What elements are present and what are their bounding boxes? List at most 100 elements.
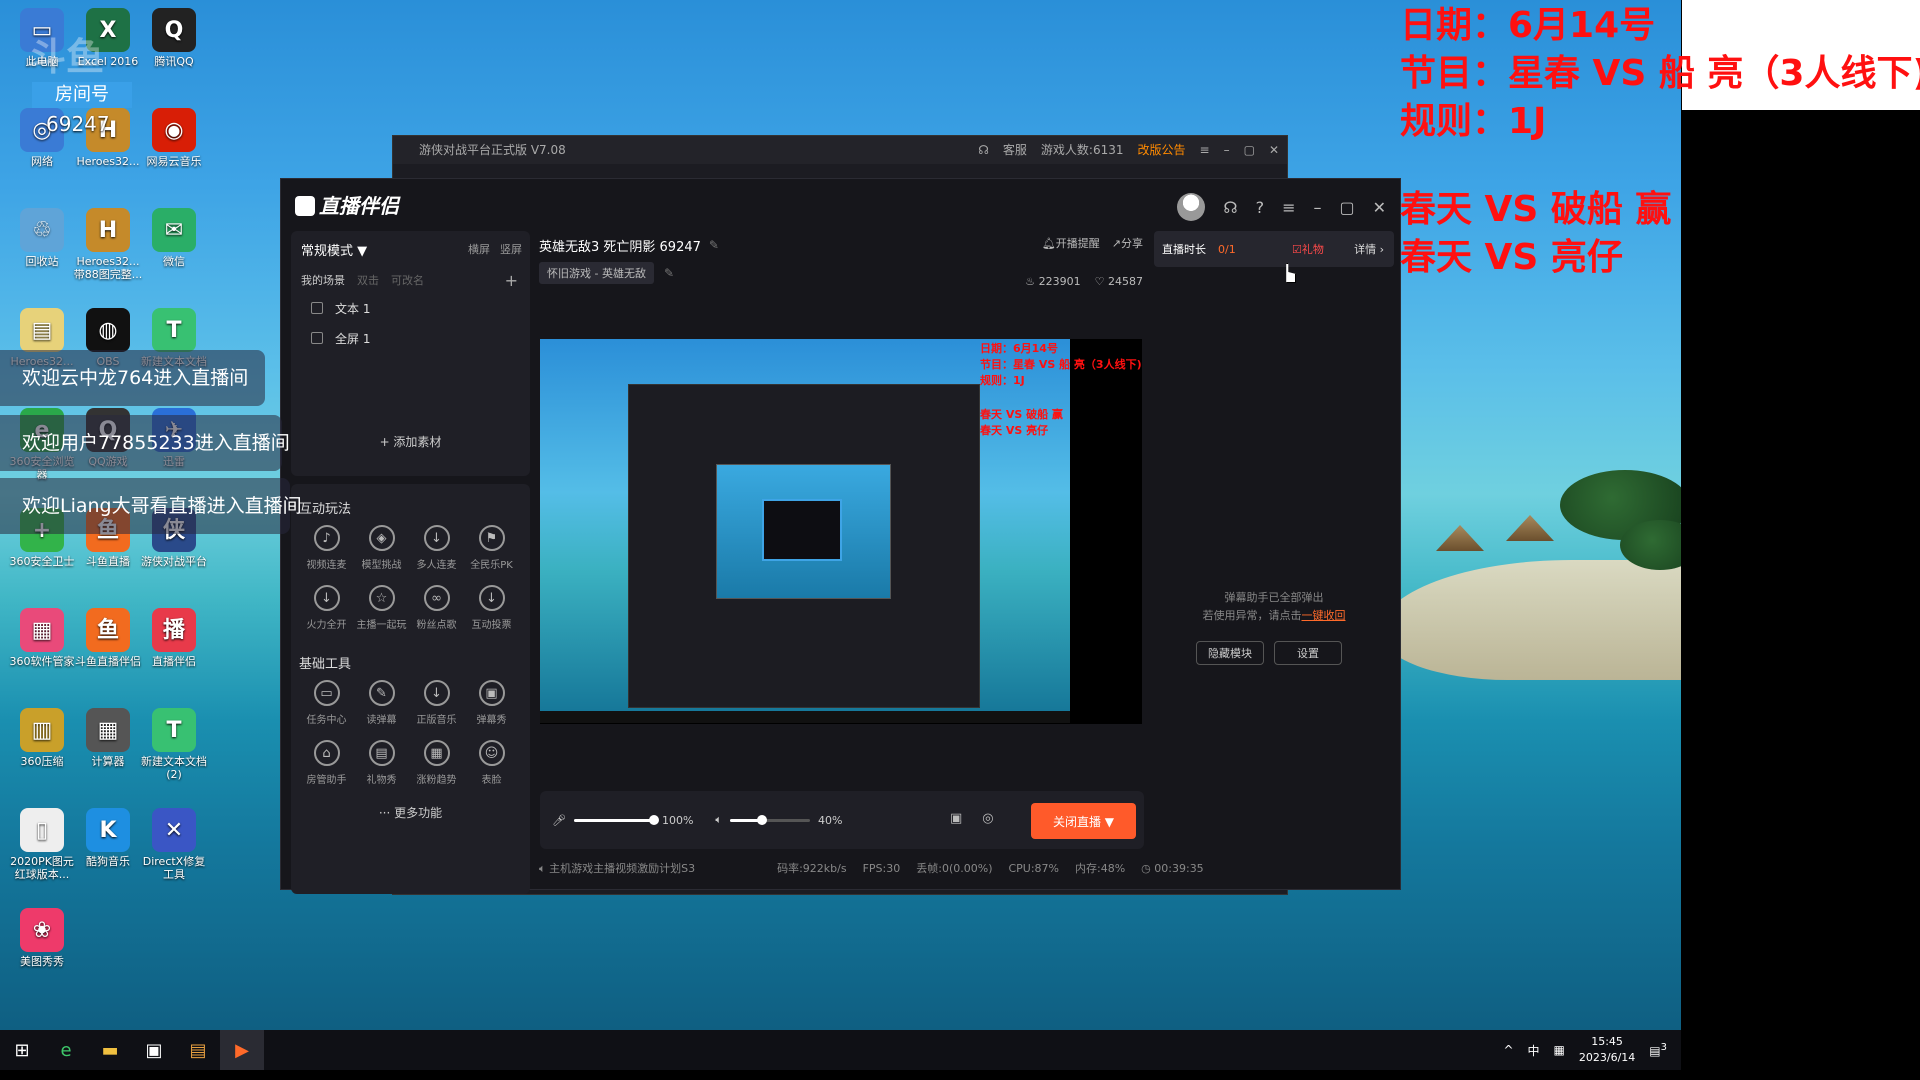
app-icon: ▦ — [86, 708, 130, 752]
portrait-toggle[interactable]: 竖屏 — [500, 241, 522, 257]
app-titlebar[interactable]: 直播伴侣 ☊ ? ≡ – ▢ ✕ — [281, 179, 1400, 227]
menu-icon[interactable]: ≡ — [1282, 198, 1295, 217]
tool-button[interactable]: ↓ 正版音乐 — [409, 680, 464, 726]
ime-indicator[interactable]: 中 — [1528, 1042, 1540, 1059]
promo-link[interactable]: 🔈︎ 主机游戏主播视频激励计划S3 — [539, 860, 695, 876]
tab-my-scenes[interactable]: 我的场景 — [301, 272, 345, 288]
speaker-icon[interactable]: 🔈︎ — [715, 813, 722, 827]
minimize-icon[interactable]: – — [1224, 136, 1230, 164]
notification-icon[interactable]: ▤3 — [1649, 1042, 1667, 1058]
settings-icon[interactable]: ◎ — [982, 811, 993, 826]
tool-button[interactable]: ↓ 多人连麦 — [409, 525, 464, 571]
tool-button[interactable]: ▤ 礼物秀 — [354, 740, 409, 786]
desktop-icon[interactable]: H Heroes32... 带88图完整... — [72, 208, 144, 281]
tool-button[interactable]: ♪ 视频连麦 — [299, 525, 354, 571]
speaker-volume-slider[interactable] — [730, 814, 811, 825]
maximize-icon[interactable]: ▢ — [1339, 198, 1354, 217]
desktop-icon[interactable]: ▦ 360软件管家 — [6, 608, 78, 668]
edit-title-icon[interactable]: ✎ — [709, 238, 719, 252]
app-icon: ▥ — [20, 708, 64, 752]
share-button[interactable]: ↗分享 — [1112, 235, 1143, 251]
category-chip[interactable]: 怀旧游戏 - 英雄无敌 — [539, 262, 654, 284]
desktop-icon[interactable]: ◉ 网易云音乐 — [138, 108, 210, 168]
help-icon[interactable]: ? — [1256, 198, 1265, 217]
game-taskbar-icon[interactable]: ▤ — [176, 1030, 220, 1070]
minimize-icon[interactable]: – — [1313, 198, 1321, 217]
gift-tab[interactable]: ☑礼物 — [1292, 241, 1324, 257]
tool-button[interactable]: ⚑ 全民乐PK — [464, 525, 519, 571]
settings-button[interactable]: 设置 — [1274, 641, 1342, 665]
stream-preview[interactable]: 日期：6月14号 节目：星春 VS 船 亮（3人线下) 规则：1J 春天 VS … — [540, 339, 1142, 724]
chevron-up-icon[interactable]: ^ — [1503, 1043, 1513, 1057]
hide-module-button[interactable]: 隐藏模块 — [1196, 641, 1264, 665]
tool-button[interactable]: ▦ 涨粉趋势 — [409, 740, 464, 786]
detail-link[interactable]: 详情 › — [1354, 241, 1384, 257]
tool-button[interactable]: ▭ 任务中心 — [299, 680, 354, 726]
tool-button[interactable]: ⌂ 房管助手 — [299, 740, 354, 786]
record-icon[interactable]: ▣ — [950, 811, 962, 826]
desktop-icon[interactable]: 鱼斗鱼直播伴侣 — [72, 608, 144, 668]
start-button[interactable]: ⊞ — [0, 1030, 44, 1070]
inbox-icon: ▭ — [313, 680, 340, 706]
desktop-icon[interactable]: ▥ 360压缩 — [6, 708, 78, 768]
game-platform-taskbar-icon[interactable]: ▣ — [132, 1030, 176, 1070]
download-icon: ↓ — [478, 585, 505, 611]
more-features-button[interactable]: ··· 更多功能 — [291, 786, 530, 829]
file-explorer-icon[interactable]: ▬ — [88, 1030, 132, 1070]
tool-button[interactable]: ☆ 主播一起玩 — [354, 585, 409, 631]
desktop-icon[interactable]: ❀ 美图秀秀 — [6, 908, 78, 968]
game-platform-titlebar[interactable]: 游侠对战平台正式版 V7.08 ☊ 客服 游戏人数:6131 改版公告 ≡ – … — [393, 136, 1287, 164]
desktop-icon[interactable]: Q 腾讯QQ — [138, 8, 210, 68]
update-notice-link[interactable]: 改版公告 — [1138, 136, 1186, 164]
tool-button[interactable]: ↓ 火力全开 — [299, 585, 354, 631]
close-icon[interactable]: ✕ — [1269, 136, 1279, 164]
desktop-icon-label: 直播伴侣 — [152, 655, 196, 668]
stream-area: 英雄无敌3 死亡阴影 69247 ✎ 🔔︎开播提醒 ↗分享 怀旧游戏 - 英雄无… — [539, 231, 1143, 724]
desktop-icon-label: 斗鱼直播 — [86, 555, 130, 568]
desktop-icon[interactable]: ▯ 2020PK图元 红球版本... — [6, 808, 78, 881]
desktop-icon[interactable]: T 新建文本文档 (2) — [138, 708, 210, 781]
tool-button[interactable]: ↓ 互动投票 — [464, 585, 519, 631]
desktop-icon[interactable]: K 酷狗音乐 — [72, 808, 144, 868]
desktop-icon[interactable]: ♲ 回收站 — [6, 208, 78, 268]
microphone-icon[interactable]: 🎤︎ — [552, 814, 566, 827]
desktop-icon[interactable]: 播直播伴侣 — [138, 608, 210, 668]
desktop-icon-label: DirectX修复工具 — [142, 855, 206, 881]
fullscreen-icon — [311, 332, 323, 344]
tool-button[interactable]: ☺ 表脸 — [464, 740, 519, 786]
add-source-button[interactable]: + 添加素材 — [291, 433, 530, 456]
keyboard-icon[interactable]: ▦ — [1554, 1043, 1565, 1057]
tool-button[interactable]: ∞ 粉丝点歌 — [409, 585, 464, 631]
recall-link[interactable]: 一键收回 — [1302, 609, 1346, 622]
streaming-app-taskbar-icon[interactable]: ▶ — [220, 1030, 264, 1070]
browser-taskbar-icon[interactable]: e — [44, 1030, 88, 1070]
start-remind-button[interactable]: 🔔︎开播提醒 — [1042, 235, 1100, 251]
close-icon[interactable]: ✕ — [1373, 198, 1386, 217]
download-icon: ↓ — [423, 525, 450, 551]
mode-dropdown[interactable]: 常规模式 ▼ — [301, 240, 367, 259]
desktop-icon[interactable]: ✕ DirectX修复工具 — [138, 808, 210, 881]
menu-icon[interactable]: ≡ — [1200, 136, 1210, 164]
tool-button[interactable]: ✎ 读弹幕 — [354, 680, 409, 726]
maximize-icon[interactable]: ▢ — [1244, 136, 1255, 164]
landscape-toggle[interactable]: 横屏 — [468, 241, 490, 257]
headset-icon[interactable]: ☊ — [1223, 198, 1237, 217]
tool-button[interactable]: ◈ 模型挑战 — [354, 525, 409, 571]
clock[interactable]: 15:45 2023/6/14 — [1579, 1034, 1635, 1066]
duration-label: 直播时长 — [1162, 243, 1206, 256]
preview-overlay-text: 日期：6月14号 节目：星春 VS 船 亮（3人线下) 规则：1J — [980, 342, 1142, 387]
mic-volume-slider[interactable] — [573, 814, 659, 825]
logo-icon — [295, 196, 315, 216]
scene-item[interactable]: 文本 1 — [291, 293, 530, 323]
desktop-icon-label: 斗鱼直播伴侣 — [75, 655, 141, 668]
scene-item[interactable]: 全屏 1 — [291, 323, 530, 353]
headset-icon[interactable]: ☊ — [978, 136, 989, 164]
user-avatar[interactable] — [1177, 193, 1206, 221]
desktop-icon[interactable]: ▦ 计算器 — [72, 708, 144, 768]
edit-category-icon[interactable]: ✎ — [664, 266, 674, 280]
add-scene-icon[interactable]: + — [505, 271, 518, 290]
end-stream-button[interactable]: 关闭直播 ▼ — [1031, 803, 1136, 839]
tool-button[interactable]: ▣ 弹幕秀 — [464, 680, 519, 726]
desktop-icon[interactable]: ✉ 微信 — [138, 208, 210, 268]
service-link[interactable]: 客服 — [1003, 136, 1027, 164]
